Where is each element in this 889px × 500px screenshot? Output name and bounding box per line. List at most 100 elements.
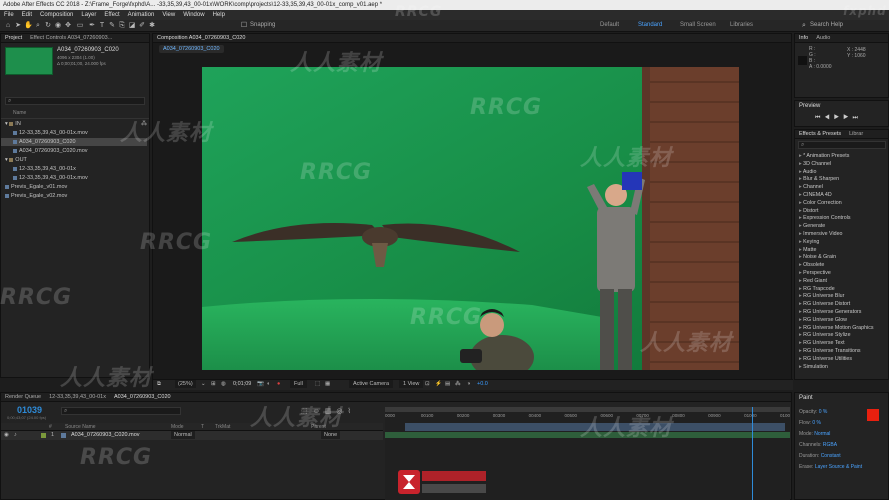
puppet-tool-icon[interactable]: ✱ [148,22,156,30]
tab-info[interactable]: Info [795,34,812,42]
always-preview-icon[interactable]: ⧉ [157,380,161,388]
layer-duration-bar[interactable] [405,423,785,431]
effect-category[interactable]: ▸ RG Universe Stylize [795,332,889,340]
tab-comp-12-33[interactable]: 12-33,35,39,43_00-01x [45,393,110,401]
visibility-eye-icon[interactable]: ◉ [4,431,9,439]
current-time-indicator[interactable] [752,407,753,500]
tab-effects-presets[interactable]: Effects & Presets [795,130,845,138]
effect-category[interactable]: ▸ RG Universe Text [795,340,889,348]
mask-visibility-icon[interactable]: ◍ [221,380,226,388]
roto-brush-tool-icon[interactable]: ✐ [138,22,146,30]
current-time-display[interactable]: 0;01;09 [233,380,251,388]
effect-category[interactable]: ▸ Audio [795,169,889,177]
menu-composition[interactable]: Composition [36,10,77,20]
search-help-input[interactable]: Search Help [810,22,843,28]
last-frame-icon[interactable]: ⏭ [852,115,861,121]
previous-frame-icon[interactable]: ◀ [824,115,833,121]
menu-edit[interactable]: Edit [18,10,36,20]
col-source-name[interactable]: Source Name [65,424,96,430]
effect-category[interactable]: ▸ 3D Channel [795,161,889,169]
menu-file[interactable]: File [0,10,18,20]
exposure-value[interactable]: +0.0 [477,380,488,388]
project-item[interactable]: Previs_Egale_v01.mov [1,183,147,191]
layer-mode-dropdown[interactable]: Normal [171,431,195,439]
effect-category[interactable]: ▸ RG Universe Motion Graphics [795,325,889,333]
effect-category[interactable]: ▸ RG Trapcode [795,286,889,294]
effect-category[interactable]: ▸ RG Universe Blur [795,293,889,301]
column-name-header[interactable]: Name [13,110,26,116]
project-item[interactable]: A034_07260903_C020 [1,138,147,146]
effect-category[interactable]: ▸ RG Universe Generators [795,309,889,317]
grid-icon[interactable]: ⊞ [211,380,216,388]
transparency-grid-icon[interactable]: ▦ [325,380,330,388]
project-folder[interactable]: ▾ OUT [1,156,147,164]
project-item[interactable]: Previs_Egale_v02.mov [1,192,147,200]
motion-blur-icon[interactable]: ◎ [336,408,347,415]
layer-row[interactable]: ◉ ♪ 1 A034_07260903_C020.mov Normal None [1,431,383,440]
reset-exposure-icon[interactable]: ◑ [467,380,470,388]
effects-search-input[interactable]: ⌕ [798,141,886,149]
tab-comp-a034[interactable]: A034_07260903_C020 [110,393,175,401]
menu-layer[interactable]: Layer [77,10,100,20]
views-dropdown[interactable]: 1 View [399,380,424,388]
toggle-pixel-icon[interactable]: ⊡ [425,380,430,388]
type-tool-icon[interactable]: T [98,22,106,30]
show-snapshot-icon[interactable]: ◐ [267,380,270,388]
brush-tool-icon[interactable]: ✎ [108,22,116,30]
hand-tool-icon[interactable]: ✋ [24,22,33,30]
snapping-checkbox-icon[interactable]: ☐ [240,22,248,30]
paint-setting-value[interactable]: RGBA [823,442,837,448]
paint-setting-value[interactable]: Constant [821,453,841,459]
paint-setting-value[interactable]: 0 % [812,420,821,426]
layer-track-bar[interactable] [385,432,790,438]
rotate-tool-icon[interactable]: ↻ [44,22,52,30]
current-time[interactable]: 01039 [17,405,42,415]
comp-breadcrumb[interactable]: A034_07260903_C020 [159,45,224,53]
pen-tool-icon[interactable]: ✒ [88,22,96,30]
project-search-input[interactable]: ⌕ [5,97,145,105]
effect-category[interactable]: ▸ Perspective [795,270,889,278]
snapshot-icon[interactable]: 📷 [257,380,264,388]
effect-category[interactable]: ▸ RG Universe Distort [795,301,889,309]
draft-3d-icon[interactable]: ⬚ [301,408,313,415]
chevron-down-icon[interactable]: ⌄ [201,380,206,388]
workspace-small-screen[interactable]: Small Screen [680,22,716,28]
project-item[interactable]: 12-33,35,39,43_00-01x.mov [1,129,147,137]
home-icon[interactable]: ⌂ [4,22,12,30]
paint-setting-value[interactable]: Normal [814,431,830,437]
layer-parent-dropdown[interactable]: None [321,431,341,439]
shy-icon[interactable]: ☺ [313,408,325,415]
fast-preview-icon[interactable]: ⚡ [435,380,442,388]
effect-category[interactable]: ▸ Expression Controls [795,215,889,223]
label-color-swatch[interactable] [41,433,46,438]
time-ruler[interactable]: 0000 00100 00200 00300 00400 00500 00600 00700 0… [385,412,790,422]
paint-setting-value[interactable]: Layer Source & Paint [815,464,862,470]
workspace-libraries[interactable]: Libraries [730,22,753,28]
effect-category[interactable]: ▸ * Animation Presets [795,153,889,161]
effect-category[interactable]: ▸ Generate [795,223,889,231]
first-frame-icon[interactable]: ⏮ [815,115,824,121]
menu-help[interactable]: Help [209,10,229,20]
effect-category[interactable]: ▸ Obsolete [795,262,889,270]
effect-category[interactable]: ▸ Immersive Video [795,231,889,239]
camera-tool-icon[interactable]: ◉ [54,22,62,30]
flowchart-icon[interactable]: ⁂ [141,120,147,127]
graph-editor-icon[interactable]: ⌇ [348,408,356,415]
effect-category[interactable]: ▸ RG Universe Transitions [795,348,889,356]
project-folder[interactable]: ▾ IN [1,120,147,128]
tab-libraries[interactable]: Librar [845,130,867,138]
audio-icon[interactable]: ♪ [14,431,17,439]
selection-tool-icon[interactable]: ➤ [14,22,22,30]
magnification-dropdown[interactable]: (25%) [175,380,196,388]
rectangle-tool-icon[interactable]: ▭ [76,22,84,30]
project-item[interactable]: A034_07260903_C020.mov [1,147,147,155]
project-item[interactable]: 12-33,35,39,43_00-01x.mov [1,174,147,182]
frame-blending-icon[interactable]: ▥ [325,408,337,415]
region-of-interest-icon[interactable]: ⬚ [315,380,320,388]
menu-window[interactable]: Window [179,10,208,20]
eraser-tool-icon[interactable]: ◪ [128,22,136,30]
effect-category[interactable]: ▸ Noise & Grain [795,254,889,262]
clone-tool-icon[interactable]: ⎘ [118,22,126,30]
menu-animation[interactable]: Animation [124,10,159,20]
paint-setting-value[interactable]: 0 % [819,409,828,415]
